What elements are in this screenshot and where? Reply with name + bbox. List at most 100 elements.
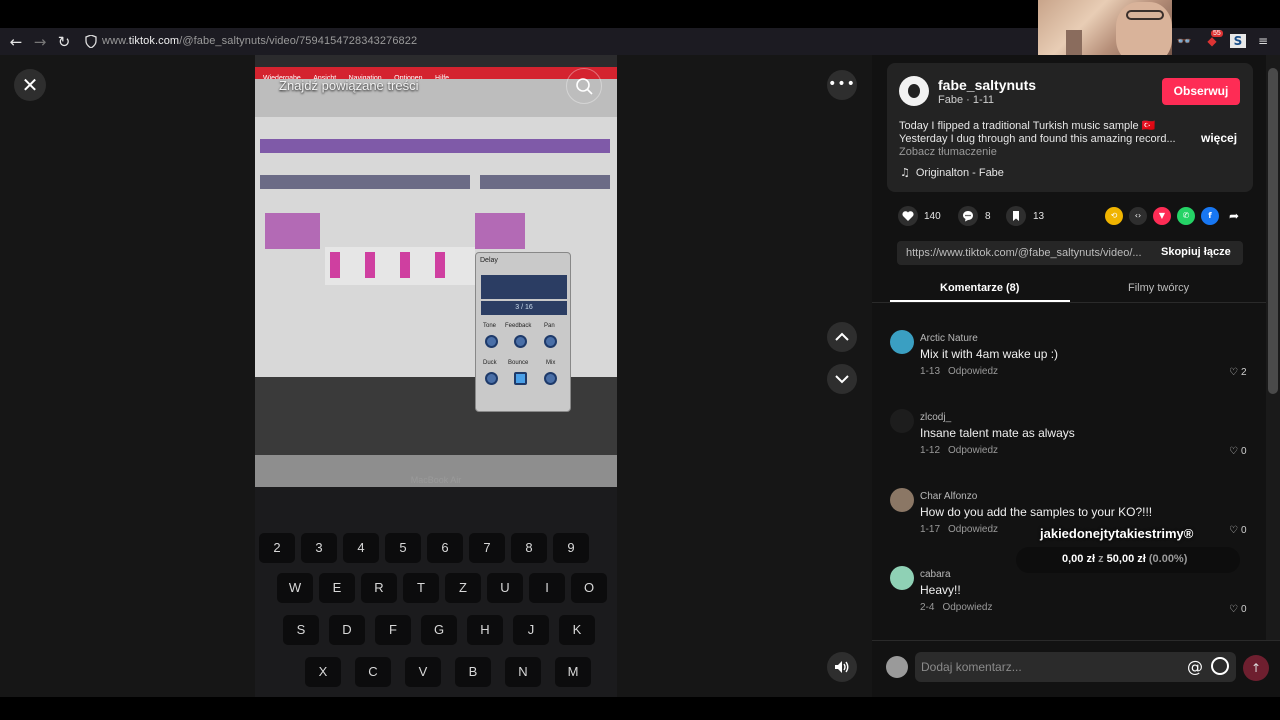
comment-avatar[interactable]	[890, 409, 914, 433]
whatsapp-icon[interactable]: ✆	[1177, 207, 1195, 225]
key: H	[467, 615, 503, 645]
search-button[interactable]	[566, 68, 602, 104]
tab-creator-videos[interactable]: Filmy twórcy	[1128, 282, 1189, 294]
comment-like-count: 0	[1240, 604, 1247, 615]
key: U	[487, 573, 523, 603]
comment-avatar[interactable]	[890, 330, 914, 354]
key: R	[361, 573, 397, 603]
key: 4	[343, 533, 379, 563]
mention-icon[interactable]: @	[1187, 657, 1203, 676]
reply-button[interactable]: Odpowiedz	[948, 366, 998, 377]
send-to-friend-icon[interactable]: ▼	[1153, 207, 1171, 225]
comment-count: 8	[985, 211, 991, 222]
like-button[interactable]	[898, 206, 918, 226]
comment-date: 2-4	[920, 602, 935, 613]
key: S	[283, 615, 319, 645]
comment-author[interactable]: Arctic Nature	[920, 333, 978, 344]
key: W	[277, 573, 313, 603]
laptop-keyboard: 2 3 4 5 6 7 8 9 W E R T Z U I O S D F G …	[255, 487, 617, 697]
comment-meta: 1-12 Odpowiedz	[920, 445, 998, 456]
delay-value: 3 / 16	[481, 301, 567, 315]
share-icon[interactable]: ➦	[1225, 207, 1243, 225]
comment-avatar[interactable]	[890, 488, 914, 512]
delay-graph	[481, 275, 567, 299]
comment-text: How do you add the samples to your KO?!!…	[920, 505, 1153, 519]
key: Z	[445, 573, 481, 603]
send-button[interactable]: ↑	[1243, 655, 1269, 681]
comment-like-button[interactable]: ♡ 0	[1229, 525, 1247, 536]
avatar[interactable]	[899, 76, 929, 106]
more-options-icon[interactable]: •••	[827, 70, 857, 100]
like-count: 140	[924, 211, 941, 222]
follow-button[interactable]: Obserwuj	[1162, 78, 1240, 105]
translate-link[interactable]: Zobacz tłumaczenie	[899, 146, 997, 158]
related-search-label[interactable]: Znajdź powiązane treści	[279, 78, 418, 93]
extension-glasses-icon[interactable]: 👓	[1176, 34, 1192, 48]
chevron-down-icon	[835, 375, 849, 384]
extension-badge: 55	[1211, 30, 1223, 37]
scrollbar-thumb[interactable]	[1268, 68, 1278, 394]
extension-s-icon[interactable]: S	[1230, 34, 1246, 48]
tone-knob	[485, 335, 498, 348]
next-video-button[interactable]	[827, 364, 857, 394]
forward-icon[interactable]: →	[31, 33, 49, 51]
comment-meta: 1-17 Odpowiedz	[920, 524, 998, 535]
key: J	[513, 615, 549, 645]
reply-button[interactable]: Odpowiedz	[948, 445, 998, 456]
key: 8	[511, 533, 547, 563]
facebook-icon[interactable]: f	[1201, 207, 1219, 225]
key: E	[319, 573, 355, 603]
key: T	[403, 573, 439, 603]
comment-placeholder[interactable]: Dodaj komentarz...	[921, 660, 1022, 674]
close-icon[interactable]: ✕	[14, 69, 46, 101]
video-frame[interactable]: Wiedergabe Ansicht Navigation Optionen H…	[255, 55, 617, 697]
more-link[interactable]: więcej	[1201, 131, 1237, 145]
comment-avatar[interactable]	[890, 566, 914, 590]
donation-overlay-title: jakiedonejtytakiestrimy®	[1040, 526, 1194, 541]
copy-link-button[interactable]: Skopiuj łącze	[1161, 246, 1231, 258]
volume-button[interactable]	[827, 652, 857, 682]
duck-knob	[485, 372, 498, 385]
knob-label: Pan	[544, 323, 555, 329]
post-meta: Fabe · 1-11	[938, 94, 995, 106]
comment-like-button[interactable]: ♡ 0	[1229, 446, 1247, 457]
divider	[872, 302, 1266, 303]
repost-icon[interactable]: ⟲	[1105, 207, 1123, 225]
key: B	[455, 657, 491, 687]
embed-icon[interactable]: ‹›	[1129, 207, 1147, 225]
reply-button[interactable]: Odpowiedz	[942, 602, 992, 613]
menu-icon[interactable]: ≡	[1255, 34, 1271, 48]
volume-icon	[835, 661, 849, 673]
emoji-icon[interactable]	[1211, 657, 1229, 675]
comment-like-count: 2	[1240, 367, 1247, 378]
bounce-toggle	[514, 372, 527, 385]
tab-comments[interactable]: Komentarze (8)	[940, 282, 1019, 294]
donation-amount: 0,00 zł z 50,00 zł (0.00%)	[1062, 553, 1187, 565]
pan-knob	[544, 335, 557, 348]
comment-date: 1-13	[920, 366, 941, 377]
comment-author[interactable]: zlcodj_	[920, 412, 951, 423]
key: 2	[259, 533, 295, 563]
comment-like-button[interactable]: ♡ 2	[1229, 367, 1247, 378]
shield-icon	[85, 35, 97, 48]
username[interactable]: fabe_saltynuts	[938, 77, 1036, 93]
key: M	[555, 657, 591, 687]
music-link[interactable]: ♫ Originalton - Fabe	[900, 166, 1004, 179]
knob-label: Duck	[483, 360, 497, 366]
reply-button[interactable]: Odpowiedz	[948, 524, 998, 535]
reload-icon[interactable]: ↻	[55, 33, 73, 51]
key: X	[305, 657, 341, 687]
back-icon[interactable]: ←	[7, 33, 25, 51]
save-button[interactable]	[1006, 206, 1026, 226]
comment-author[interactable]: Char Alfonzo	[920, 491, 977, 502]
comment-button[interactable]	[958, 206, 978, 226]
heart-outline-icon: ♡	[1229, 525, 1238, 536]
url-text[interactable]: www.tiktok.com/@fabe_saltynuts/video/759…	[102, 35, 417, 47]
key: O	[571, 573, 607, 603]
share-link-text[interactable]: https://www.tiktok.com/@fabe_saltynuts/v…	[906, 247, 1146, 259]
previous-video-button[interactable]	[827, 322, 857, 352]
knob-label: Feedback	[505, 323, 532, 329]
key: K	[559, 615, 595, 645]
comment-author[interactable]: cabara	[920, 569, 951, 580]
comment-like-button[interactable]: ♡ 0	[1229, 604, 1247, 615]
